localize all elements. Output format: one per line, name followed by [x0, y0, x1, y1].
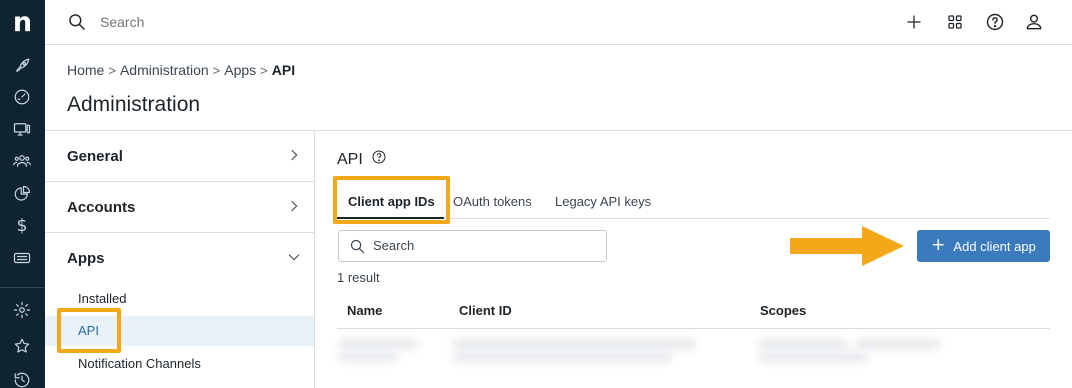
users-icon[interactable]	[11, 150, 33, 172]
breadcrumb-apps[interactable]: Apps	[224, 62, 256, 78]
top-bar	[45, 0, 1072, 45]
nav-section-label: Apps	[67, 250, 105, 267]
client-app-search	[338, 230, 607, 262]
nav-section-label: General	[67, 148, 123, 165]
devices-icon[interactable]	[11, 118, 33, 140]
redacted-cell	[758, 339, 848, 349]
ticket-icon[interactable]	[11, 247, 33, 269]
tab-legacy-api-keys[interactable]: Legacy API keys	[555, 194, 651, 209]
column-header-scopes[interactable]: Scopes	[760, 303, 806, 318]
star-icon[interactable]	[11, 335, 33, 357]
search-icon[interactable]	[67, 12, 87, 32]
redacted-cell	[758, 352, 868, 362]
global-search-input[interactable]	[100, 14, 400, 30]
section-title-text: API	[337, 150, 363, 168]
gauge-icon[interactable]	[11, 86, 33, 108]
result-count: 1 result	[337, 270, 380, 285]
breadcrumb-home[interactable]: Home	[67, 62, 104, 78]
nav-section-apps[interactable]: Apps	[45, 233, 314, 284]
breadcrumb-separator: >	[212, 62, 221, 78]
nav-section-label: Accounts	[67, 199, 136, 216]
chevron-right-icon	[286, 147, 302, 163]
search-icon	[350, 239, 365, 254]
chevron-down-icon	[286, 249, 302, 265]
redacted-cell	[855, 339, 940, 349]
breadcrumb-separator: >	[108, 62, 116, 78]
breadcrumb-separator: >	[260, 62, 268, 78]
redacted-cell	[338, 339, 418, 349]
app-logo[interactable]: n	[0, 0, 45, 45]
column-header-client-id[interactable]: Client ID	[459, 303, 512, 318]
app-rail: n $	[0, 0, 45, 388]
nav-item-label: Installed	[78, 291, 127, 306]
nav-section-accounts[interactable]: Accounts	[45, 182, 314, 233]
add-client-app-button[interactable]: + Add client app	[917, 230, 1050, 262]
nav-item-label: Notification Channels	[78, 356, 201, 371]
section-title: API	[337, 149, 387, 170]
breadcrumb-administration[interactable]: Administration	[120, 62, 209, 78]
history-icon[interactable]	[11, 369, 33, 388]
chevron-right-icon	[286, 198, 302, 214]
plus-icon[interactable]	[904, 12, 924, 32]
tab-oauth-tokens[interactable]: OAuth tokens	[453, 194, 532, 209]
dollar-icon[interactable]: $	[11, 215, 33, 237]
rail-divider	[0, 287, 45, 288]
nav-item-notification-channels[interactable]: Notification Channels	[45, 349, 314, 379]
breadcrumb-current: API	[271, 62, 296, 78]
page-title: Administration	[67, 93, 201, 116]
pie-chart-icon[interactable]	[11, 183, 33, 205]
redacted-cell	[338, 352, 398, 362]
add-client-app-label: Add client app	[953, 238, 1036, 254]
arrow-icon	[790, 226, 904, 266]
rocket-icon[interactable]	[11, 55, 33, 77]
table-header-divider	[337, 328, 1050, 329]
redacted-cell	[452, 352, 672, 362]
help-icon[interactable]	[371, 149, 387, 170]
gear-icon[interactable]	[11, 299, 33, 321]
help-icon[interactable]	[985, 12, 1005, 32]
tab-highlight-box	[333, 176, 450, 224]
breadcrumb: Home > Administration > Apps > API	[67, 62, 295, 78]
redacted-cell	[452, 339, 697, 349]
apps-grid-icon[interactable]	[945, 12, 965, 32]
client-app-search-input[interactable]	[373, 238, 593, 253]
nav-section-general[interactable]: General	[45, 131, 314, 182]
plus-icon: +	[931, 235, 946, 255]
user-icon[interactable]	[1024, 12, 1044, 32]
nav-highlight-box	[57, 308, 121, 353]
column-header-name[interactable]: Name	[347, 303, 382, 318]
